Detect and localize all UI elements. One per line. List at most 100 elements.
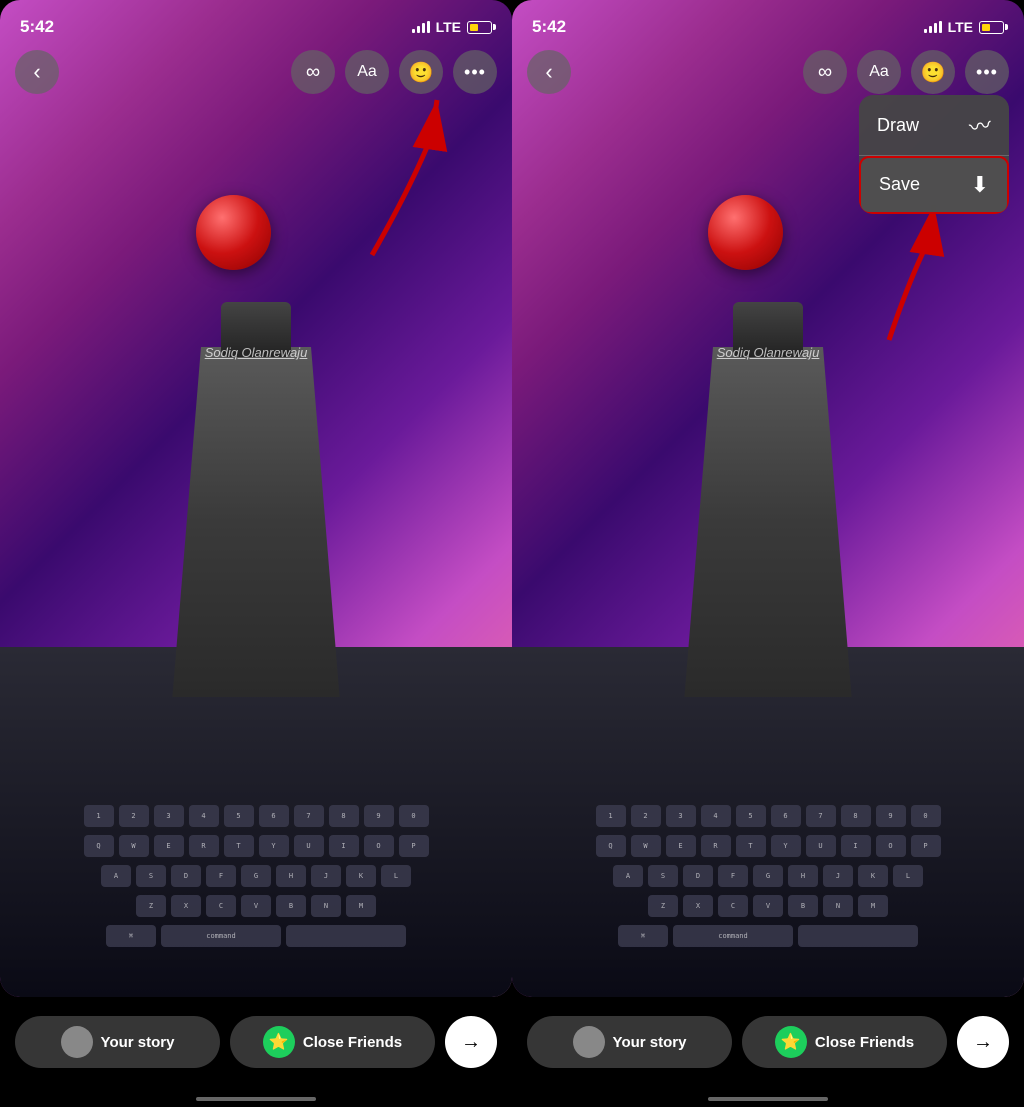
left-keyboard-row-3: A S D F G H J K L	[20, 865, 492, 887]
stand-body	[146, 347, 366, 697]
key: D	[683, 865, 713, 887]
right-keyboard-row-1: 1 2 3 4 5 6 7 8 9 0	[532, 805, 1004, 827]
left-back-icon: ‹	[33, 59, 40, 85]
left-story-gradient: 1 2 3 4 5 6 7 8 9 0 Q	[0, 0, 512, 997]
left-share-arrow-icon: →	[461, 1031, 481, 1054]
key: L	[893, 865, 923, 887]
key: F	[718, 865, 748, 887]
right-more-button[interactable]: •••	[965, 50, 1009, 94]
right-your-story-button[interactable]: Your story	[527, 1016, 732, 1068]
left-toolbar: ‹ ∞ Aa 🙂 •••	[0, 50, 512, 94]
left-share-button[interactable]: →	[445, 1016, 497, 1068]
draw-menu-item[interactable]: Draw 〰	[859, 95, 1009, 155]
right-toolbar-right: ∞ Aa 🙂 •••	[803, 50, 1009, 94]
save-menu-item[interactable]: Save ⬇	[859, 156, 1009, 214]
left-infinity-icon: ∞	[306, 61, 320, 84]
key: T	[736, 835, 766, 857]
left-sticker-button[interactable]: 🙂	[399, 50, 443, 94]
rose-circle	[196, 195, 271, 270]
right-back-button[interactable]: ‹	[527, 50, 571, 94]
key: 9	[876, 805, 906, 827]
key: I	[841, 835, 871, 857]
key: K	[346, 865, 376, 887]
key: F	[206, 865, 236, 887]
key: U	[294, 835, 324, 857]
right-bottom-bar: Your story ⭐ Close Friends →	[512, 997, 1024, 1107]
right-infinity-button[interactable]: ∞	[803, 50, 847, 94]
left-close-friends-button[interactable]: ⭐ Close Friends	[230, 1016, 435, 1068]
left-keyboard-row-1: 1 2 3 4 5 6 7 8 9 0	[20, 805, 492, 827]
key: 5	[736, 805, 766, 827]
key: Y	[771, 835, 801, 857]
key: P	[399, 835, 429, 857]
right-keyboard-row-4: Z X C V B N M	[532, 895, 1004, 917]
key: K	[858, 865, 888, 887]
key: B	[788, 895, 818, 917]
key: E	[666, 835, 696, 857]
left-your-story-button[interactable]: Your story	[15, 1016, 220, 1068]
left-your-story-label: Your story	[101, 1034, 175, 1051]
key: D	[171, 865, 201, 887]
rose-decoration-right	[708, 195, 783, 270]
right-infinity-icon: ∞	[818, 61, 832, 84]
key: I	[329, 835, 359, 857]
key: X	[171, 895, 201, 917]
right-close-friends-button[interactable]: ⭐ Close Friends	[742, 1016, 947, 1068]
right-avatar	[573, 1026, 605, 1058]
right-keyboard-rows: 1 2 3 4 5 6 7 8 9 0 Q	[532, 805, 1004, 947]
key: H	[276, 865, 306, 887]
left-infinity-button[interactable]: ∞	[291, 50, 335, 94]
key: 8	[329, 805, 359, 827]
right-share-button[interactable]: →	[957, 1016, 1009, 1068]
right-text-icon: Aa	[869, 63, 889, 81]
key: 8	[841, 805, 871, 827]
key: 6	[259, 805, 289, 827]
key: 1	[596, 805, 626, 827]
right-phone-screen: 5:42 LTE	[512, 0, 1024, 1107]
left-story-bg: 1 2 3 4 5 6 7 8 9 0 Q	[0, 0, 512, 997]
right-green-star: ⭐	[775, 1026, 807, 1058]
left-keyboard-bg: 1 2 3 4 5 6 7 8 9 0 Q	[0, 647, 512, 997]
key: 0	[399, 805, 429, 827]
key: L	[381, 865, 411, 887]
left-back-button[interactable]: ‹	[15, 50, 59, 94]
key: O	[876, 835, 906, 857]
right-signal-icon	[924, 21, 942, 33]
right-watermark: Sodiq Olanrewaju	[717, 345, 820, 360]
save-download-icon: ⬇	[971, 172, 989, 198]
right-battery-icon	[979, 21, 1004, 34]
key-space	[798, 925, 918, 947]
left-keyboard-rows: 1 2 3 4 5 6 7 8 9 0 Q	[20, 805, 492, 947]
right-keyboard-row-5: ⌘ command	[532, 925, 1004, 947]
key: C	[206, 895, 236, 917]
key: 7	[806, 805, 836, 827]
left-more-button[interactable]: •••	[453, 50, 497, 94]
left-keyboard-row-2: Q W E R T Y U I O P	[20, 835, 492, 857]
key: Q	[596, 835, 626, 857]
key: 2	[119, 805, 149, 827]
key: W	[631, 835, 661, 857]
key: ⌘	[618, 925, 668, 947]
key: J	[311, 865, 341, 887]
key: ⌘	[106, 925, 156, 947]
left-watermark: Sodiq Olanrewaju	[205, 345, 308, 360]
key: X	[683, 895, 713, 917]
right-text-button[interactable]: Aa	[857, 50, 901, 94]
key: S	[648, 865, 678, 887]
left-text-button[interactable]: Aa	[345, 50, 389, 94]
key: N	[311, 895, 341, 917]
right-lte: LTE	[948, 19, 973, 35]
right-close-friends-label: Close Friends	[815, 1034, 914, 1051]
key: N	[823, 895, 853, 917]
key: 2	[631, 805, 661, 827]
right-toolbar: ‹ ∞ Aa 🙂 •••	[512, 50, 1024, 94]
right-sticker-button[interactable]: 🙂	[911, 50, 955, 94]
left-keyboard-row-5: ⌘ command	[20, 925, 492, 947]
key: G	[241, 865, 271, 887]
right-share-arrow-icon: →	[973, 1031, 993, 1054]
right-more-icon: •••	[976, 62, 998, 83]
key: W	[119, 835, 149, 857]
right-keyboard-row-3: A S D F G H J K L	[532, 865, 1004, 887]
key: command	[673, 925, 793, 947]
key: R	[701, 835, 731, 857]
